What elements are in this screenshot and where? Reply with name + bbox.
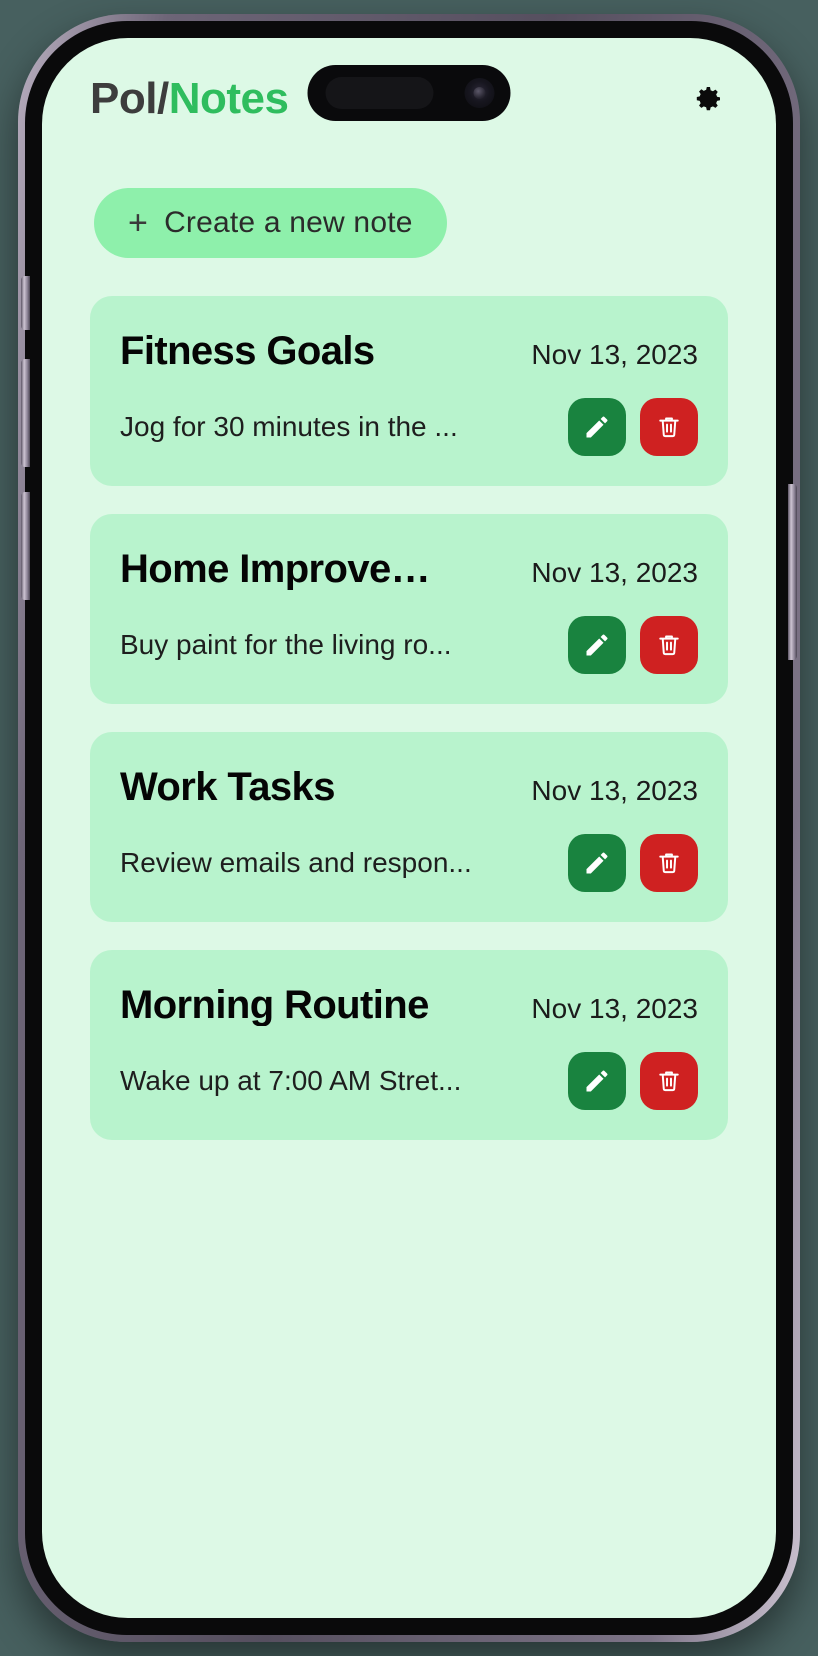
create-note-label: Create a new note — [164, 206, 413, 239]
note-actions — [568, 1052, 698, 1110]
pencil-icon — [583, 631, 611, 659]
note-card[interactable]: Home Improve… Nov 13, 2023 Buy paint for… — [90, 514, 728, 704]
note-snippet: Jog for 30 minutes in the ... — [120, 411, 458, 442]
delete-note-button[interactable] — [640, 398, 698, 456]
settings-button[interactable] — [686, 77, 730, 121]
create-note-button[interactable]: + Create a new note — [94, 188, 447, 258]
note-header: Work Tasks Nov 13, 2023 — [120, 766, 698, 808]
note-snippet: Buy paint for the living ro... — [120, 629, 452, 660]
phone-device: Pol/Notes + Create a new note Fitness Go… — [18, 14, 800, 1642]
trash-icon — [655, 1067, 683, 1095]
phone-screen: Pol/Notes + Create a new note Fitness Go… — [42, 38, 776, 1618]
note-title: Morning Routine — [120, 984, 429, 1026]
note-actions — [568, 398, 698, 456]
note-snippet: Review emails and respon... — [120, 847, 472, 878]
note-actions — [568, 616, 698, 674]
trash-icon — [655, 413, 683, 441]
edit-note-button[interactable] — [568, 1052, 626, 1110]
note-date: Nov 13, 2023 — [531, 557, 698, 588]
volume-down-button[interactable] — [21, 492, 30, 600]
notes-list: Fitness Goals Nov 13, 2023 Jog for 30 mi… — [42, 258, 776, 1140]
earpiece-speaker — [325, 77, 434, 109]
logo-primary-text: Pol/ — [90, 74, 169, 123]
delete-note-button[interactable] — [640, 834, 698, 892]
app-logo: Pol/Notes — [90, 74, 289, 123]
note-title: Work Tasks — [120, 766, 335, 808]
phone-bezel: Pol/Notes + Create a new note Fitness Go… — [25, 21, 793, 1635]
note-date: Nov 13, 2023 — [531, 775, 698, 806]
power-button[interactable] — [788, 484, 797, 660]
create-note-area: + Create a new note — [42, 160, 776, 258]
action-button[interactable] — [21, 276, 30, 330]
note-footer: Buy paint for the living ro... — [120, 616, 698, 674]
note-date: Nov 13, 2023 — [531, 339, 698, 370]
pencil-icon — [583, 1067, 611, 1095]
edit-note-button[interactable] — [568, 616, 626, 674]
note-card[interactable]: Fitness Goals Nov 13, 2023 Jog for 30 mi… — [90, 296, 728, 486]
screenshot-stage: Pol/Notes + Create a new note Fitness Go… — [0, 0, 818, 1656]
note-footer: Wake up at 7:00 AM Stret... — [120, 1052, 698, 1110]
trash-icon — [655, 631, 683, 659]
note-title: Home Improve… — [120, 548, 431, 590]
note-date: Nov 13, 2023 — [531, 993, 698, 1024]
edit-note-button[interactable] — [568, 398, 626, 456]
note-title: Fitness Goals — [120, 330, 375, 372]
note-snippet: Wake up at 7:00 AM Stret... — [120, 1065, 462, 1096]
trash-icon — [655, 849, 683, 877]
plus-icon: + — [128, 204, 149, 242]
delete-note-button[interactable] — [640, 616, 698, 674]
pencil-icon — [583, 849, 611, 877]
gear-icon — [692, 83, 724, 115]
note-footer: Review emails and respon... — [120, 834, 698, 892]
front-camera-icon — [464, 78, 495, 108]
logo-accent-text: Notes — [168, 74, 289, 123]
note-footer: Jog for 30 minutes in the ... — [120, 398, 698, 456]
note-actions — [568, 834, 698, 892]
note-header: Morning Routine Nov 13, 2023 — [120, 984, 698, 1026]
delete-note-button[interactable] — [640, 1052, 698, 1110]
volume-up-button[interactable] — [21, 359, 30, 467]
note-header: Fitness Goals Nov 13, 2023 — [120, 330, 698, 372]
note-card[interactable]: Morning Routine Nov 13, 2023 Wake up at … — [90, 950, 728, 1140]
dynamic-island — [307, 65, 511, 121]
note-header: Home Improve… Nov 13, 2023 — [120, 548, 698, 590]
edit-note-button[interactable] — [568, 834, 626, 892]
note-card[interactable]: Work Tasks Nov 13, 2023 Review emails an… — [90, 732, 728, 922]
pencil-icon — [583, 413, 611, 441]
